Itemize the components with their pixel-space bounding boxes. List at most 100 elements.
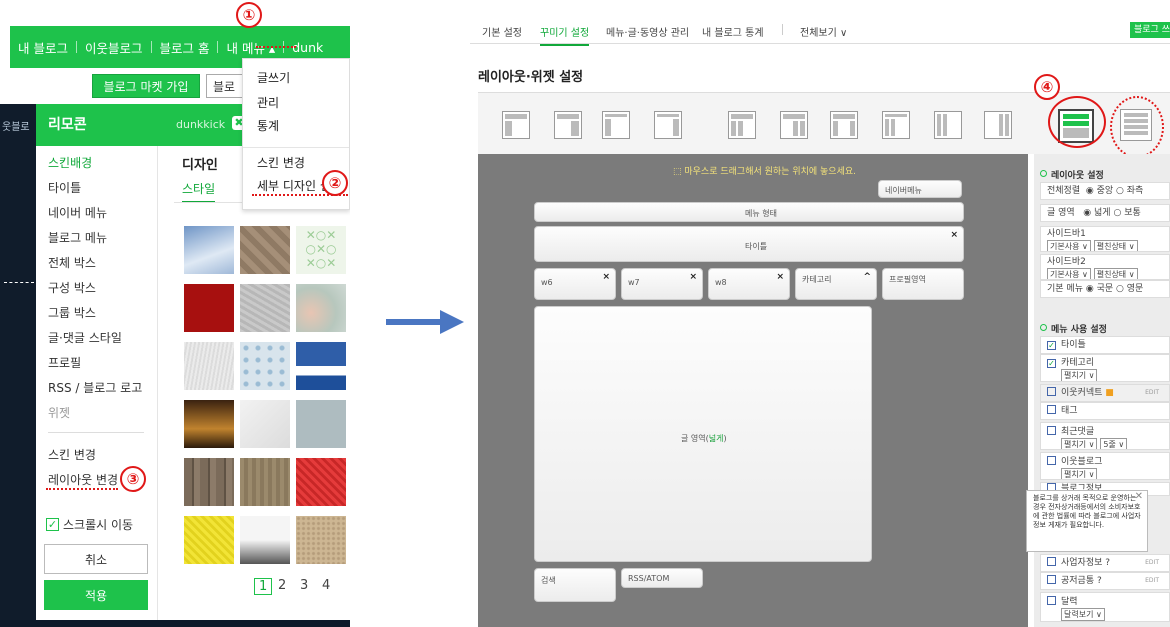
radio-icon[interactable]: ○	[1116, 186, 1124, 196]
layout-canvas[interactable]: ⬚ 마우스로 드래그해서 원하는 위치에 놓으세요. 네이버메뉴 메뉴 형태 타…	[478, 154, 1028, 627]
sidebar-item-title[interactable]: 타이틀	[48, 179, 81, 196]
widget-rss[interactable]: RSS/ATOM	[621, 568, 703, 588]
sidebar-item-compose-box[interactable]: 구성 박스	[48, 279, 96, 296]
close-icon[interactable]: ×	[602, 272, 610, 282]
sidebar-item-skin-change[interactable]: 스킨 변경	[48, 446, 96, 463]
sidebar-item-widget[interactable]: 위젯	[48, 404, 70, 421]
cancel-button[interactable]: 취소	[44, 544, 148, 574]
sidebar-item-naver-menu[interactable]: 네이버 메뉴	[48, 204, 107, 221]
collapse-icon[interactable]: ^	[863, 272, 871, 282]
radio-icon[interactable]: ○	[1113, 208, 1121, 218]
layout-option-icon[interactable]	[602, 111, 630, 139]
tab-blog-stats[interactable]: 내 블로그 통계	[702, 24, 764, 39]
edit-link[interactable]: EDIT	[1145, 385, 1159, 401]
sidebar1-state-select[interactable]: 펼친상태 ∨	[1093, 240, 1138, 251]
layout-option-icon[interactable]	[780, 111, 808, 139]
lang-ko-option[interactable]: 국문	[1097, 284, 1114, 294]
edit-link[interactable]: EDIT	[1145, 555, 1159, 571]
lang-en-option[interactable]: 영문	[1127, 284, 1144, 294]
menu-item-skin-change[interactable]: 스킨 변경	[257, 154, 305, 171]
checkbox-icon[interactable]	[1047, 405, 1056, 414]
skin-swatch[interactable]	[184, 226, 234, 274]
calendar-view-select[interactable]: 달력보기 ∨	[1061, 608, 1105, 621]
skin-swatch[interactable]	[240, 284, 290, 332]
checkbox-icon[interactable]	[1047, 596, 1056, 605]
layout-option-icon[interactable]	[654, 111, 682, 139]
align-left-option[interactable]: 좌측	[1127, 186, 1144, 196]
close-icon[interactable]: ×	[950, 230, 958, 240]
radio-checked-icon[interactable]: ◉	[1086, 284, 1094, 294]
tab-decorate[interactable]: 꾸미기 설정	[540, 24, 590, 46]
edit-link[interactable]: EDIT	[1145, 573, 1159, 589]
skin-swatch[interactable]	[296, 458, 346, 506]
sidebar-item-group-box[interactable]: 그룹 박스	[48, 304, 96, 321]
blog-button[interactable]: 블로	[206, 74, 246, 98]
menu-item-write[interactable]: 글쓰기	[257, 69, 290, 86]
widget-w8[interactable]: w8 ×	[708, 268, 790, 300]
layout-option-icon[interactable]	[934, 111, 962, 139]
page-2[interactable]: 2	[278, 578, 286, 593]
scroll-move-checkbox[interactable]: ✓ 스크롤시 이동	[46, 516, 133, 533]
skin-swatch[interactable]	[184, 284, 234, 332]
menu-row-neighbor-connect[interactable]: 이웃커넥트 ■ EDIT	[1040, 384, 1170, 402]
help-icon[interactable]: ?	[1097, 576, 1102, 586]
layout-option-icon[interactable]	[984, 111, 1012, 139]
sidebar2-state-select[interactable]: 펼친상태 ∨	[1093, 268, 1138, 279]
checkbox-icon[interactable]	[1047, 387, 1056, 396]
menu-item-manage[interactable]: 관리	[257, 94, 279, 111]
checkbox-icon[interactable]	[1047, 575, 1056, 584]
skin-swatch[interactable]	[184, 458, 234, 506]
widget-category[interactable]: 카테고리 ^	[795, 268, 877, 300]
layout-option-icon[interactable]	[728, 111, 756, 139]
skin-swatch[interactable]	[240, 342, 290, 390]
skin-swatch[interactable]	[240, 458, 290, 506]
tab-menu-manage[interactable]: 메뉴·글·동영상 관리	[606, 24, 689, 39]
layout-option-icon[interactable]	[882, 111, 910, 139]
skin-swatch[interactable]	[184, 400, 234, 448]
apply-button[interactable]: 적용	[44, 580, 148, 610]
skin-swatch[interactable]	[184, 516, 234, 564]
recent-count-select[interactable]: 5줄 ∨	[1100, 438, 1128, 449]
align-center-option[interactable]: 중앙	[1097, 186, 1114, 196]
radio-checked-icon[interactable]: ◉	[1083, 208, 1091, 218]
sidebar1-use-select[interactable]: 기본사용 ∨	[1047, 240, 1091, 251]
skin-swatch[interactable]	[296, 516, 346, 564]
sidebar-item-layout-change[interactable]: 레이아웃 변경	[48, 471, 118, 488]
tab-style[interactable]: 스타일	[182, 180, 216, 203]
nav-blog-home[interactable]: 블로그 홈	[152, 38, 218, 57]
skin-swatch[interactable]	[296, 284, 346, 332]
category-expand-select[interactable]: 펼치기 ∨	[1061, 369, 1098, 381]
blog-market-join-button[interactable]: 블로그 마켓 가입	[92, 74, 200, 98]
recent-expand-select[interactable]: 펼치기 ∨	[1061, 438, 1098, 449]
page-3[interactable]: 3	[300, 578, 308, 593]
radio-icon[interactable]: ○	[1116, 284, 1124, 294]
sidebar-item-whole-box[interactable]: 전체 박스	[48, 254, 96, 271]
checkbox-checked-icon[interactable]: ✓	[1047, 341, 1056, 350]
skin-swatch[interactable]	[240, 226, 290, 274]
skin-swatch[interactable]	[240, 400, 290, 448]
widget-menu-area[interactable]: 메뉴 형태	[534, 202, 964, 222]
layout-option-icon[interactable]	[830, 111, 858, 139]
skin-swatch[interactable]	[240, 516, 290, 564]
neighbor-expand-select[interactable]: 펼치기 ∨	[1061, 468, 1098, 479]
sidebar-item-profile[interactable]: 프로필	[48, 354, 81, 371]
sidebar-item-skin-bg[interactable]: 스킨배경	[48, 154, 92, 171]
widget-naver-menu[interactable]: 네이버메뉴	[878, 180, 962, 198]
menu-row-recent-comments[interactable]: 최근댓글 펼치기 ∨ 5줄 ∨	[1040, 422, 1170, 450]
widget-title[interactable]: 타이틀 ×	[534, 226, 964, 262]
content-wide-link[interactable]: 넓게	[709, 434, 724, 443]
menu-row-tag[interactable]: 태그	[1040, 402, 1170, 420]
widget-w7[interactable]: w7 ×	[621, 268, 703, 300]
sidebar-item-blog-menu[interactable]: 블로그 메뉴	[48, 229, 107, 246]
widget-w6[interactable]: w6 ×	[534, 268, 616, 300]
sidebar-item-rss-logo[interactable]: RSS / 블로그 로고	[48, 379, 142, 396]
menu-row-calendar[interactable]: 달력 달력보기 ∨	[1040, 592, 1170, 622]
menu-row-business-info[interactable]: 사업자정보 ? EDIT	[1040, 554, 1170, 572]
checkbox-icon[interactable]	[1047, 456, 1056, 465]
widget-search[interactable]: 검색	[534, 568, 616, 602]
nav-neighbor-blog[interactable]: 이웃블로그	[77, 38, 151, 57]
menu-row-neighbor-blog[interactable]: 이웃블로그 펼치기 ∨	[1040, 452, 1170, 480]
sidebar2-use-select[interactable]: 기본사용 ∨	[1047, 268, 1091, 279]
nav-my-blog[interactable]: 내 블로그	[10, 38, 76, 57]
skin-swatch[interactable]: ✕○✕ ○✕○ ✕○✕	[296, 226, 346, 274]
